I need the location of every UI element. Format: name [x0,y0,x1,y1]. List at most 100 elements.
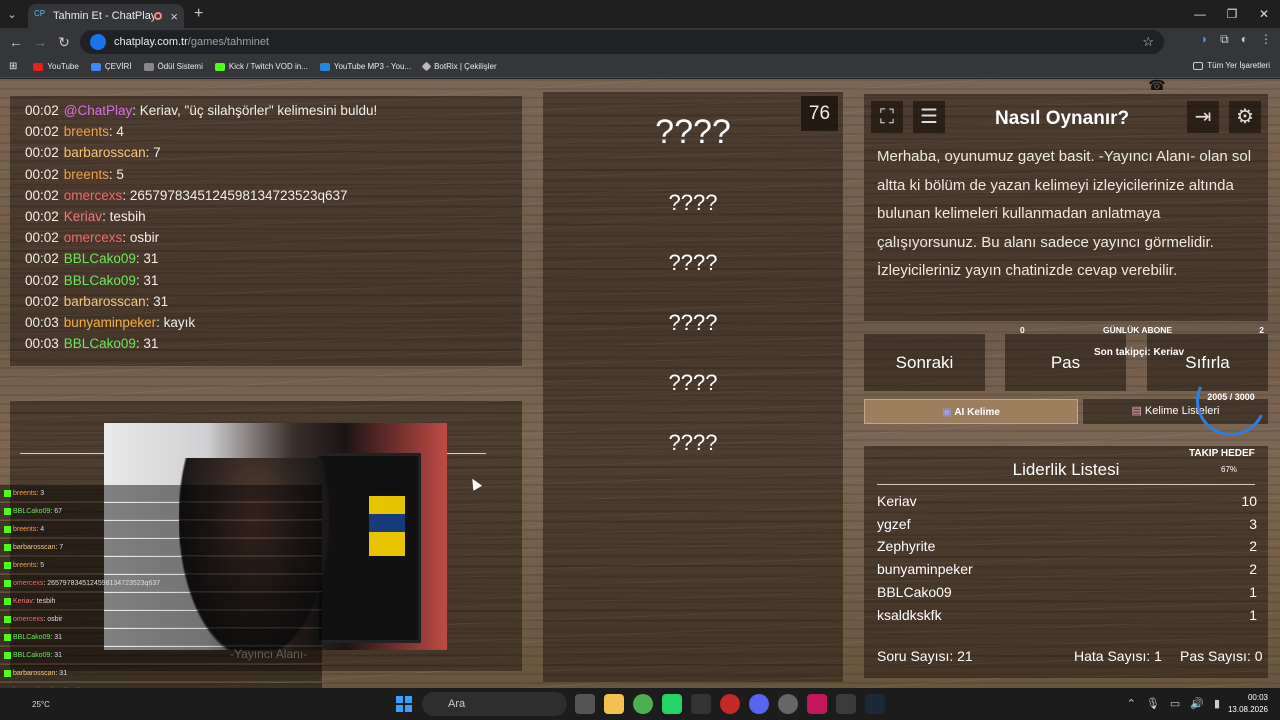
mp3-icon [319,62,330,71]
chat-time: 00:02 [25,145,59,161]
bookmark-star-icon[interactable]: ☆ [1142,34,1154,50]
profile-avatar[interactable]: ◐ [1241,32,1248,47]
overlay-text: : 31 [55,670,68,677]
overlay-text: : 2657978345124598134723523q637 [43,580,161,587]
mic-icon[interactable]: 🎙 [1146,697,1160,710]
last-follower: Son takipçi: Keriav [1094,347,1185,358]
maximize-button[interactable]: ❐ [1216,0,1248,28]
chat-text: : osbir [122,230,160,246]
exit-icon[interactable]: ⇥ [1187,101,1219,133]
sub-start: 0 [1020,325,1025,335]
forbidden-word: ???? [668,190,718,215]
bookmark-youtube[interactable]: YouTube [33,62,79,71]
bookmark-ceviri[interactable]: ÇEVİRİ [90,62,132,71]
leaderboard-row: Zephyrite 2 [877,538,1257,560]
chat-message: 00:03 bunyaminpeker: kayık [25,312,522,333]
player-name: ygzef [877,515,911,532]
player-name: Keriav [877,493,917,509]
follow-goal-progress: 2005 / 3000 [1207,392,1255,402]
overlay-chat-message: BBLCako09: 31 [0,647,322,664]
address-bar[interactable]: chatplay.com.tr/games/tahminet ☆ [80,30,1164,54]
leaderboard-row: bunyaminpeker 2 [877,561,1257,583]
divider [877,484,1255,485]
extensions-puzzle-icon[interactable]: ⧉ [1220,32,1229,47]
taskbar-apps [575,694,885,714]
fullscreen-icon[interactable]: ⛶ [871,101,903,133]
extension-icon[interactable]: ◗ [1201,32,1208,47]
whatsapp-icon[interactable] [662,694,682,714]
bookmark-odul-sistemi[interactable]: Ödül Sistemi [143,62,203,71]
taskview-icon[interactable] [575,694,595,714]
error-count: Hata Sayısı: 1 [1074,648,1162,664]
chat-user: bunyaminpeker [63,314,157,330]
chat-time: 00:02 [25,124,59,140]
clock[interactable]: 00:03 13.08.2026 [1228,692,1268,716]
chat-time: 00:02 [25,103,59,118]
ai-word-button[interactable]: ▣ AI Kelime [864,399,1078,424]
notes-icon[interactable]: ☰ [913,101,945,133]
overlay-text: : 7 [55,544,64,551]
bookmark-botrix[interactable]: BotRix | Çekilişler [421,61,497,72]
search-label: Ara [448,698,466,710]
app-icon[interactable] [778,694,798,714]
taskbar-search[interactable]: Ara [422,692,567,716]
bookmarks-bar: ⊞ YouTube ÇEVİRİ Ödül Sistemi Kick / Twi… [0,56,1280,78]
overlay-user: barbarosscan [13,544,56,551]
bookmark-youtube-mp3[interactable]: YouTube MP3 - You... [319,62,411,71]
chevron-up-icon[interactable]: ⌃ [1127,697,1136,710]
weather: 25°C [32,700,50,709]
bookmark-kick-vod[interactable]: Kick / Twitch VOD in... [214,62,308,71]
close-tab-icon[interactable]: × [170,9,178,24]
chat-time: 00:02 [25,251,59,267]
settings-gear-icon[interactable]: ⚙ [1229,101,1261,133]
back-button[interactable]: ← [4,34,28,50]
all-bookmarks[interactable]: Tüm Yer İşaretleri [1193,61,1270,70]
volume-icon[interactable]: 🔊 [1190,697,1204,710]
next-button[interactable]: Sonraki [864,334,985,391]
overlay-user: breents [13,526,37,533]
browser-toolbar: ← → ↻ chatplay.com.tr/games/tahminet ☆ ◗… [0,28,1280,56]
pass-button[interactable]: Pas [1005,334,1126,391]
chat-message: 00:02 BBLCako09: 31 [25,270,522,291]
new-tab-button[interactable]: + [194,5,203,23]
steam-icon[interactable] [865,694,885,714]
bookmark-label: YouTube [47,62,79,71]
system-tray: ⌃ 🎙 ▭ 🔊 ▮ [1127,697,1220,710]
player-name: Zephyrite [877,538,936,555]
forbidden-word: ???? [668,370,718,395]
chat-user: BBLCako09 [63,336,136,352]
taskbar: Ara ⌃ 🎙 ▭ 🔊 ▮ 00:03 13.08.2026 25°C [0,688,1280,720]
battery-icon[interactable]: ▮ [1214,697,1220,710]
file-explorer-icon[interactable] [604,694,624,714]
app-icon[interactable] [807,694,827,714]
discord-icon[interactable] [749,694,769,714]
site-info-icon[interactable] [90,34,106,50]
overlay-chat-message: BBLCako09: 31 [0,629,322,646]
apps-grid-icon[interactable]: ⊞ [9,61,17,72]
browser-menu-icon[interactable]: ⋮ [1260,32,1272,47]
date: 13.08.2026 [1227,705,1268,714]
chat-text: : 31 [145,293,169,309]
forward-button[interactable]: → [28,34,52,50]
monitor-icon[interactable]: ▭ [1170,697,1180,710]
chat-user: BBLCako09 [63,251,136,267]
kick-badge-icon [4,615,11,623]
overlay-user: omercexs [13,580,44,587]
app-icon[interactable] [836,694,856,714]
reload-button[interactable]: ↻ [52,34,76,51]
terminal-icon[interactable] [691,694,711,714]
minimize-button[interactable]: — [1184,0,1216,28]
tab-strip: ⌄ CP Tahmin Et - ChatPlay × + — ❐ ✕ [0,0,1280,28]
chrome-icon[interactable] [633,694,653,714]
app-icon[interactable] [720,694,740,714]
tab-search-icon[interactable]: ⌄ [0,8,24,21]
overlay-text: : 5 [36,562,45,569]
overlay-text: : 3 [36,490,45,497]
windows-start-icon[interactable] [396,696,412,712]
overlay-chat-message: omercexs: 2657978345124598134723523q637 [0,575,322,592]
browser-tab[interactable]: CP Tahmin Et - ChatPlay × [28,4,184,28]
close-window-button[interactable]: ✕ [1248,0,1280,28]
chat-user: Keriav [63,208,103,224]
overlay-text: : 67 [50,508,63,515]
chat-message: 00:02 barbarosscan: 7 [25,142,522,163]
